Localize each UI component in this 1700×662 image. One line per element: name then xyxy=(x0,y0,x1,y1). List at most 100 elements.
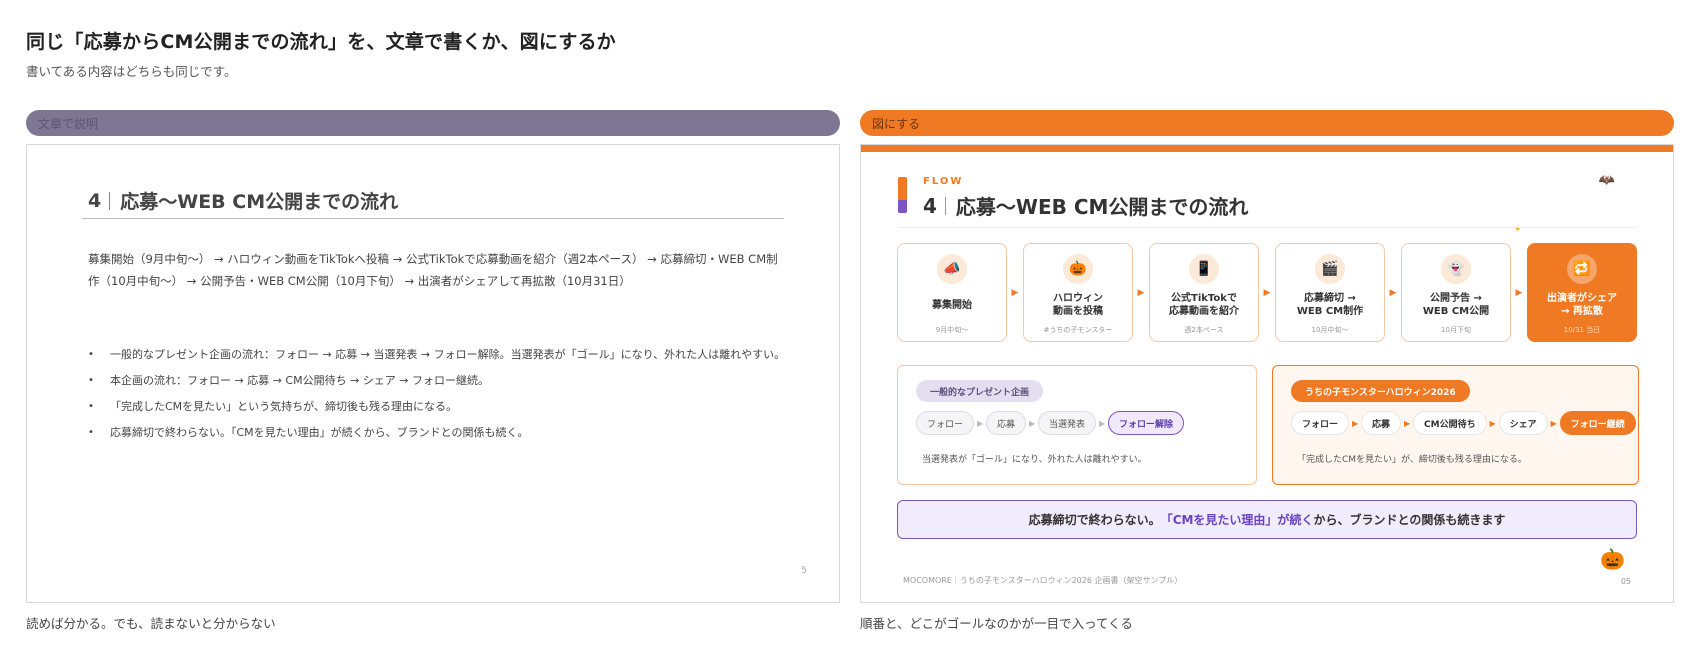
our-campaign-tag: うちの子モンスターハロウィン2026 xyxy=(1291,380,1470,402)
text-slide-heading: 4 応募〜WEB CM公開までの流れ xyxy=(88,187,398,214)
list-item: • 「完成したCMを見たい」という気持ちが、締切後も残る理由になる。 xyxy=(88,393,808,419)
bullet-text: 一般的なプレゼント企画の流れ：フォロー → 応募 → 当選発表 → フォロー解除… xyxy=(110,348,786,361)
step-label: ハロウィン 動画を投稿 xyxy=(1053,293,1103,317)
page-number: 05 xyxy=(1620,577,1631,586)
figure-mode-pill: 図にする xyxy=(860,110,1674,136)
page-title: 同じ「応募からCM公開までの流れ」を、文章で書くか、図にするか xyxy=(26,31,616,53)
bullet-text: 本企画の流れ：フォロー → 応募 → CM公開待ち → シェア → フォロー継続… xyxy=(110,374,490,387)
flow-chip: フォロー xyxy=(916,411,975,435)
conclusion-banner: 応募締切で終わらない。 「CMを見たい理由」が続く から、ブランドとの関係も続きます xyxy=(897,500,1637,539)
flow-chip: 応募 xyxy=(986,411,1027,435)
bullet-icon: • xyxy=(88,426,94,438)
text-mode-pill: 文章で説明 xyxy=(26,110,840,136)
step-note: 週2本ペース xyxy=(1184,326,1224,334)
clapperboard-icon: 🎬 xyxy=(1315,254,1345,284)
list-item: • 応募締切で終わらない。「CMを見たい理由」が続くから、ブランドとの関係も続く。 xyxy=(88,419,808,445)
repeat-icon: 🔁 xyxy=(1567,254,1597,284)
figure-slide: FLOW 4 応募〜WEB CM公開までの流れ 🦇 ✦ 📣 募集開始 9月中旬〜… xyxy=(860,144,1674,603)
text-slide: 4 応募〜WEB CM公開までの流れ 募集開始（9月中旬〜） → ハロウィン動画… xyxy=(26,144,840,603)
figure-caption: 順番と、どこがゴールなのかが一目で入ってくる xyxy=(860,616,1133,631)
arrow-right-icon: ▶ xyxy=(1011,287,1019,298)
text-caption: 読めば分かる。でも、読まないと分からない xyxy=(26,616,276,631)
flow-kicker: FLOW xyxy=(923,176,964,187)
bullet-icon: • xyxy=(88,374,94,386)
heading-rule xyxy=(82,218,784,219)
list-item: • 一般的なプレゼント企画の流れ：フォロー → 応募 → 当選発表 → フォロー解… xyxy=(88,341,808,367)
text-column: 文章で説明 4 応募〜WEB CM公開までの流れ 募集開始（9月中旬〜） → ハ… xyxy=(26,110,840,632)
flow-chip-end: フォロー解除 xyxy=(1108,411,1185,435)
flow-chip: シェア xyxy=(1498,411,1548,435)
flow-steps: 📣 募集開始 9月中旬〜 ▶ 🎃 ハロウィン 動画を投稿 #うちの子モンスター … xyxy=(897,243,1637,342)
chevron-right-icon: ▶ xyxy=(1351,418,1359,428)
bat-icon: 🦇 xyxy=(1598,173,1615,188)
bullet-text: 応募締切で終わらない。「CMを見たい理由」が続くから、ブランドとの関係も続く。 xyxy=(110,426,529,439)
page-subtitle: 書いてある内容はどちらも同じです。 xyxy=(26,64,237,79)
flow-step: 📱 公式TikTokで 応募動画を紹介 週2本ペース xyxy=(1149,243,1259,342)
bullet-text: 「完成したCMを見たい」という気持ちが、締切後も残る理由になる。 xyxy=(110,400,457,413)
flow-step: 👻 公開予告 → WEB CM公開 10月下旬 xyxy=(1401,243,1511,342)
step-note: 10月中旬〜 xyxy=(1311,326,1349,334)
flow-chip: 当選発表 xyxy=(1038,411,1097,435)
section-number: 4 xyxy=(923,193,937,218)
bullet-list: • 一般的なプレゼント企画の流れ：フォロー → 応募 → 当選発表 → フォロー解… xyxy=(88,341,808,445)
megaphone-icon: 📣 xyxy=(937,254,967,284)
flow-chip: CM公開待ち xyxy=(1413,411,1487,435)
figure-column: 図にする FLOW 4 応募〜WEB CM公開までの流れ 🦇 ✦ 📣 募集開始 … xyxy=(860,110,1674,632)
step-label: 出演者がシェア → 再拡散 xyxy=(1547,293,1617,317)
heading-rule xyxy=(898,227,1636,228)
our-campaign-note: 「完成したCMを見たい」が、締切後も残る理由になる。 xyxy=(1297,455,1527,465)
step-note: #うちの子モンスター xyxy=(1043,326,1113,334)
step-note: 10月下旬 xyxy=(1441,326,1471,334)
general-campaign-box: 一般的なプレゼント企画 フォロー ▶ 応募 ▶ 当選発表 ▶ フォロー解除 当選… xyxy=(897,365,1257,485)
list-item: • 本企画の流れ：フォロー → 応募 → CM公開待ち → シェア → フォロー継… xyxy=(88,367,808,393)
arrow-right-icon: ▶ xyxy=(1263,287,1271,298)
flow-step: 🎃 ハロウィン 動画を投稿 #うちの子モンスター xyxy=(1023,243,1133,342)
heading-text: 応募〜WEB CM公開までの流れ xyxy=(120,191,399,213)
phone-icon: 📱 xyxy=(1189,254,1219,284)
flow-chip: フォロー xyxy=(1291,411,1350,435)
step-note: 9月中旬〜 xyxy=(935,326,969,334)
banner-text-before: 応募締切で終わらない。 xyxy=(1028,513,1161,527)
chevron-right-icon: ▶ xyxy=(1028,418,1036,428)
flow-paragraph: 募集開始（9月中旬〜） → ハロウィン動画をTikTokへ投稿 → 公式TikT… xyxy=(88,252,778,288)
bullet-icon: • xyxy=(88,348,94,360)
general-campaign-note: 当選発表が「ゴール」になり、外れた人は離れやすい。 xyxy=(922,455,1147,465)
heading-divider xyxy=(109,191,111,210)
section-number: 4 xyxy=(88,189,102,212)
figure-slide-heading: 4 応募〜WEB CM公開までの流れ xyxy=(923,191,1248,220)
slide-footer: MOCOMORE｜うちの子モンスターハロウィン2026 企画書（架空サンプル） xyxy=(903,576,1183,585)
chevron-right-icon: ▶ xyxy=(1550,418,1557,428)
chevron-right-icon: ▶ xyxy=(1489,418,1496,428)
banner-text-after: から、ブランドとの関係も続きます xyxy=(1313,513,1506,527)
step-note: 10/31 当日 xyxy=(1563,326,1601,334)
step-label: 募集開始 xyxy=(932,299,972,311)
ghost-icon: 👻 xyxy=(1441,254,1471,284)
pumpkin-icon: 🎃 xyxy=(1063,254,1093,284)
general-flow-chips: フォロー ▶ 応募 ▶ 当選発表 ▶ フォロー解除 xyxy=(916,411,1185,435)
arrow-right-icon: ▶ xyxy=(1515,287,1523,298)
step-label: 応募締切 → WEB CM制作 xyxy=(1296,293,1364,317)
our-campaign-box: うちの子モンスターハロウィン2026 フォロー ▶ 応募 ▶ CM公開待ち ▶ … xyxy=(1272,365,1639,485)
banner-highlight: 「CMを見たい理由」が続く xyxy=(1160,513,1314,527)
flow-step-goal: 🔁 出演者がシェア → 再拡散 10/31 当日 xyxy=(1527,243,1637,342)
general-campaign-tag: 一般的なプレゼント企画 xyxy=(916,380,1044,402)
heading-text: 応募〜WEB CM公開までの流れ xyxy=(955,195,1249,219)
step-label: 公開予告 → WEB CM公開 xyxy=(1422,293,1490,317)
step-label: 公式TikTokで 応募動画を紹介 xyxy=(1169,293,1239,317)
flow-step: 📣 募集開始 9月中旬〜 xyxy=(897,243,1007,342)
chevron-right-icon: ▶ xyxy=(976,418,984,428)
bullet-icon: • xyxy=(88,400,94,412)
page-number: 5 xyxy=(801,566,807,576)
flow-chip-end: フォロー継続 xyxy=(1559,411,1636,435)
heading-divider xyxy=(944,196,946,215)
flow-chip: 応募 xyxy=(1361,411,1402,435)
chevron-right-icon: ▶ xyxy=(1098,418,1106,428)
our-flow-chips: フォロー ▶ 応募 ▶ CM公開待ち ▶ シェア ▶ フォロー継続 xyxy=(1291,411,1636,435)
arrow-right-icon: ▶ xyxy=(1137,287,1145,298)
flow-step: 🎬 応募締切 → WEB CM制作 10月中旬〜 xyxy=(1275,243,1385,342)
heading-accent xyxy=(898,177,907,213)
top-accent-bar xyxy=(861,145,1673,152)
arrow-right-icon: ▶ xyxy=(1389,287,1397,298)
chevron-right-icon: ▶ xyxy=(1403,418,1411,428)
pumpkin-icon: 🎃 xyxy=(1600,547,1625,571)
